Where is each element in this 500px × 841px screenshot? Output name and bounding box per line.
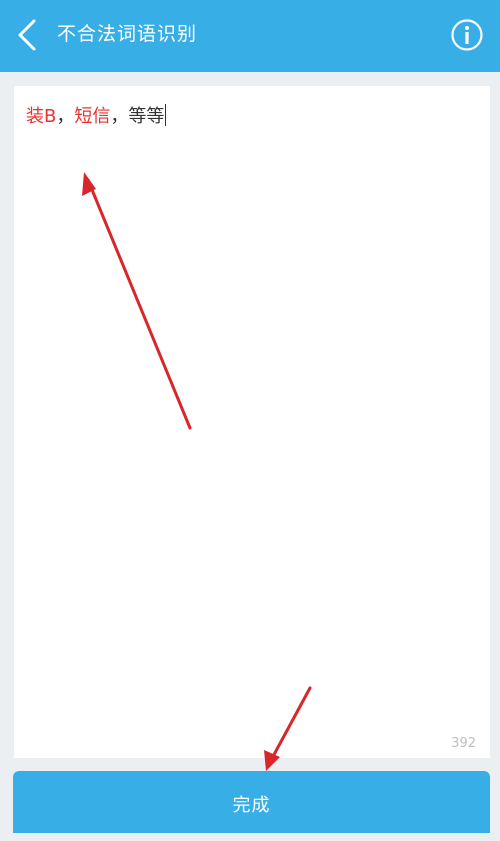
text-cursor [165, 104, 167, 126]
plain-text: ，等等 [110, 106, 165, 127]
done-button[interactable]: 完成 [13, 771, 490, 833]
info-icon[interactable] [450, 18, 484, 52]
editor-text[interactable]: 装B，短信，等等 [26, 104, 167, 130]
separator-text: ， [56, 106, 75, 127]
top-bar: 不合法词语识别 [0, 0, 500, 72]
chevron-left-icon[interactable] [14, 18, 40, 52]
flagged-word: 短信 [74, 106, 111, 127]
page-title: 不合法词语识别 [57, 23, 198, 45]
text-editor[interactable]: 装B，短信，等等 392 [14, 86, 490, 758]
flagged-word: 装B [26, 106, 57, 127]
character-counter: 392 [451, 736, 476, 751]
